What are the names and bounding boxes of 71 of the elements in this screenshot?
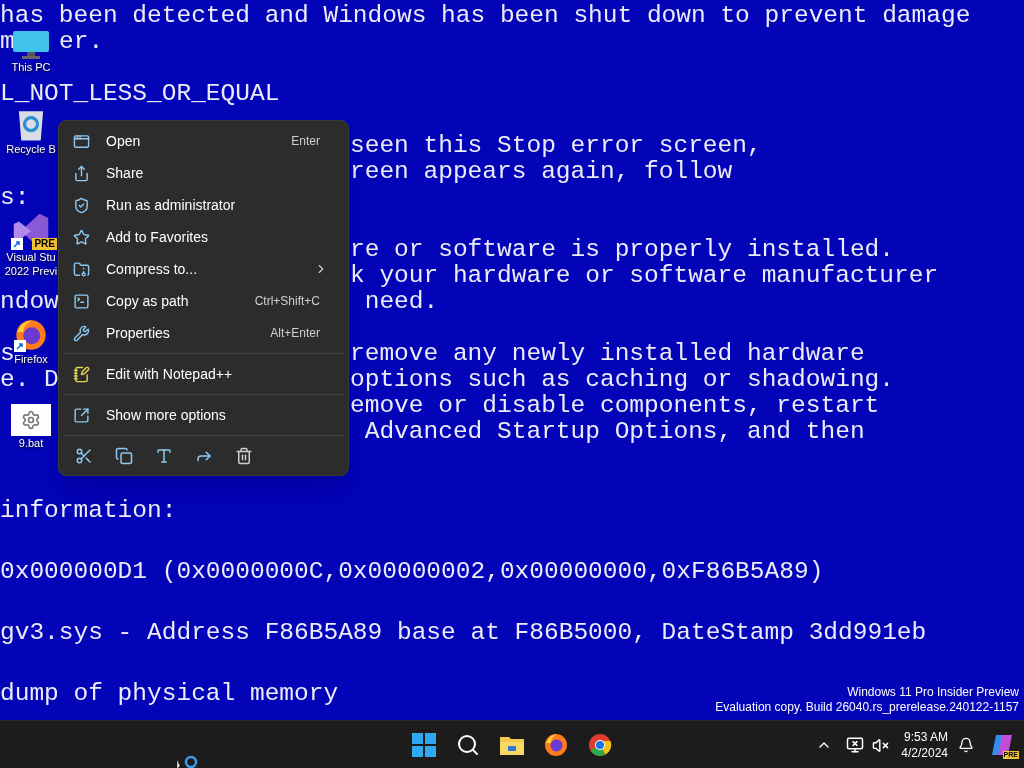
edition-text: Windows 11 Pro Insider Preview — [847, 685, 1019, 700]
error-text: er. — [59, 29, 104, 55]
cut-icon[interactable] — [75, 446, 93, 465]
folder-icon — [499, 734, 525, 756]
terminal-icon — [73, 292, 90, 310]
monitor-icon — [12, 30, 50, 60]
error-text: Advanced Startup Options, and then — [363, 419, 865, 445]
menu-item[interactable]: Edit with Notepad++ — [63, 358, 344, 390]
rename-icon[interactable] — [155, 446, 173, 465]
shortcut-text: Ctrl+Shift+C — [254, 293, 320, 310]
busy-cursor-icon — [176, 755, 198, 768]
menu-item[interactable]: Share — [63, 157, 344, 189]
error-text: need. — [363, 289, 439, 315]
build-text: Evaluation copy. Build 26040.rs_prerelease.240122-1157 — [715, 700, 1019, 715]
share-icon — [73, 164, 90, 182]
menu-item[interactable]: Properties Alt+Enter — [63, 317, 344, 349]
desktop-icon-label[interactable]: 9.bat — [18, 436, 44, 450]
desktop-icon-label[interactable]: 2022 Previ — [4, 264, 58, 278]
error-text: has been detected and Windows has been shut down to prevent damage — [0, 2, 971, 29]
error-text: s — [0, 340, 15, 367]
notification-bell-icon[interactable] — [958, 737, 974, 753]
error-text: remove any newly installed hardware — [350, 341, 865, 367]
desktop-icon-label[interactable]: Visual Stu — [6, 250, 56, 264]
search-icon — [456, 733, 480, 757]
error-text: options such as caching or shadowing. — [350, 367, 894, 393]
shield-icon — [73, 196, 90, 214]
error-text: reen appears again, follow — [350, 159, 733, 185]
shortcut-arrow-icon — [11, 238, 23, 250]
delete-icon[interactable] — [235, 446, 253, 465]
error-text: gv3.sys - Address F86B5A89 base at F86B5000, DateStamp 3dd991eb — [0, 619, 927, 646]
error-text: s: — [0, 184, 30, 211]
error-text: e. D — [0, 366, 59, 393]
windows-logo-icon — [412, 733, 436, 757]
menu-item[interactable]: Add to Favorites — [63, 221, 344, 253]
star-icon — [73, 228, 90, 246]
notepad-icon — [73, 365, 90, 383]
volume-muted-icon[interactable] — [872, 736, 890, 754]
error-text: k your hardware or software manufacturer — [350, 263, 939, 289]
menu-item[interactable]: Compress to... — [63, 253, 344, 285]
error-text: L_NOT_LESS_OR_EQUAL — [0, 80, 280, 107]
clock[interactable]: 9:53 AM 4/2/2024 — [901, 729, 948, 761]
error-text: m — [0, 28, 15, 55]
copy-icon[interactable] — [115, 446, 133, 465]
recycle-bin-icon — [16, 108, 46, 142]
shortcut-text: Alt+Enter — [270, 325, 320, 342]
window-icon — [73, 132, 90, 150]
network-icon[interactable] — [846, 736, 865, 754]
settings-file-icon — [11, 404, 51, 436]
expand-icon — [73, 406, 90, 424]
fox-globe-icon — [544, 733, 568, 757]
archive-folder-icon — [73, 260, 90, 278]
menu-item[interactable]: Run as administrator — [63, 189, 344, 221]
error-text: ndow — [0, 288, 59, 315]
error-text: re or software is properly installed. — [350, 237, 894, 263]
preview-badge: PRE — [32, 238, 57, 250]
menu-item[interactable]: Show more options — [63, 399, 344, 431]
shortcut-arrow-icon — [14, 340, 26, 352]
desktop-icon-label[interactable]: Firefox — [14, 352, 48, 366]
menu-item[interactable]: Copy as path Ctrl+Shift+C — [63, 285, 344, 317]
shortcut-text: Enter — [291, 133, 320, 150]
error-text: emove or disable components, restart — [350, 393, 880, 419]
menu-item[interactable]: Open Enter — [63, 125, 344, 157]
fox-globe-icon — [14, 318, 48, 352]
error-text: information: — [0, 497, 177, 524]
error-text: 0x000000D1 (0x0000000C,0x00000002,0x00000000,0xF86B5A89) — [0, 558, 824, 585]
desktop-icon-label[interactable]: Recycle B — [6, 142, 56, 156]
wrench-icon — [73, 324, 90, 342]
error-text: seen this Stop error screen, — [350, 133, 762, 159]
desktop-icon-label[interactable]: This PC — [11, 60, 51, 74]
error-text: dump of physical memory — [0, 680, 339, 707]
chrome-icon — [588, 733, 612, 757]
